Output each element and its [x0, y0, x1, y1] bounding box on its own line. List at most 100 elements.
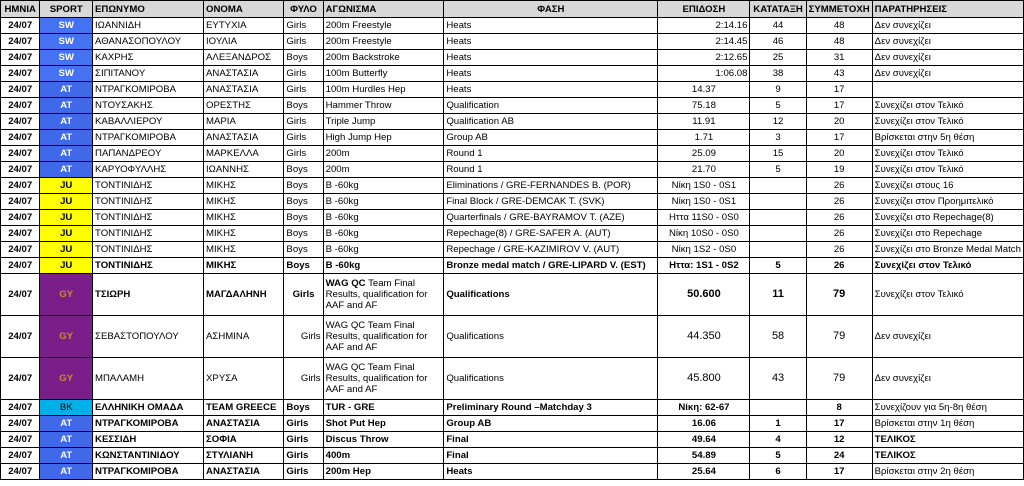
rank-cell [749, 225, 807, 242]
surname-cell: ΕΛΛΗΝΙΚΗ ΟΜΑΔΑ [92, 399, 205, 416]
table-row[interactable]: 24/07 SW ΚΑΧΡΗΣ ΑΛΕΞΑΝΔΡΟΣ Boys 200m Bac… [0, 49, 1024, 66]
table-row[interactable]: 24/07 AT ΚΕΣΣΙΔΗ ΣΟΦΙΑ Girls Discus Thro… [0, 431, 1024, 448]
col-header-surname[interactable]: ΕΠΩΝΥΜΟ [92, 0, 205, 18]
result-cell: Νίκη: 62-67 [657, 399, 751, 416]
notes-cell: Βρίσκεται στην 5η θέση [871, 129, 1024, 146]
sport-badge: AT [39, 431, 94, 448]
gender-cell: Girls [283, 33, 324, 50]
participants-cell: 31 [805, 49, 873, 66]
col-header-notes[interactable]: ΠΑΡΑΤΗΡΗΣΕΙΣ [871, 0, 1024, 18]
gender-cell: Girls [283, 431, 324, 448]
sport-badge: SW [39, 33, 94, 50]
sport-badge: JU [39, 241, 94, 258]
surname-cell: ΚΑΡΥΟΦΥΛΛΗΣ [92, 161, 205, 178]
event-cell: B -60kg [322, 225, 445, 242]
event-cell: Hammer Throw [322, 97, 445, 114]
phase-cell: Heats [443, 33, 659, 50]
table-row[interactable]: 24/07 JU ΤΟΝΤΙΝΙΔΗΣ ΜΙΚΗΣ Boys B -60kg E… [0, 177, 1024, 194]
col-header-result[interactable]: ΕΠΙΔΟΣΗ [657, 0, 751, 18]
event-cell: WAG QC Team Final Results, qualification… [322, 315, 445, 358]
sport-badge: AT [39, 161, 94, 178]
participants-cell: 12 [805, 431, 873, 448]
name-cell: ΜΑΓΔΑΛΗΝΗ [203, 273, 285, 316]
table-row[interactable]: 24/07 SW ΣΙΠΙΤΑΝΟΥ ΑΝΑΣΤΑΣΙΑ Girls 100m … [0, 65, 1024, 82]
phase-cell: Eliminations / GRE-FERNANDES B. (POR) [443, 177, 659, 194]
rank-cell [749, 177, 807, 194]
table-row[interactable]: 24/07 AT ΚΑΡΥΟΦΥΛΛΗΣ ΙΩΑΝΝΗΣ Boys 200m R… [0, 161, 1024, 178]
gender-cell: Boys [283, 97, 324, 114]
sport-badge: JU [39, 177, 94, 194]
table-row[interactable]: 24/07 JU ΤΟΝΤΙΝΙΔΗΣ ΜΙΚΗΣ Boys B -60kg R… [0, 225, 1024, 242]
name-cell: TEAM GREECE [203, 399, 285, 416]
notes-cell: Συνεχίζει στον Τελικό [871, 273, 1024, 316]
table-row[interactable]: 24/07 JU ΤΟΝΤΙΝΙΔΗΣ ΜΙΚΗΣ Boys B -60kg Q… [0, 209, 1024, 226]
table-row[interactable]: 24/07 AT ΝΤΡΑΓΚΟΜΙΡΟΒΑ ΑΝΑΣΤΑΣΙΑ Girls 2… [0, 463, 1024, 480]
table-row[interactable]: 24/07 GY ΤΣΙΩΡΗ ΜΑΓΔΑΛΗΝΗ Girls WAG QC T… [0, 273, 1024, 316]
rank-cell: 5 [749, 97, 807, 114]
participants-cell: 79 [805, 315, 873, 358]
table-row[interactable]: 24/07 AT ΝΤΡΑΓΚΟΜΙΡΟΒΑ ΑΝΑΣΤΑΣΙΑ Girls S… [0, 415, 1024, 432]
phase-cell: Group AB [443, 415, 659, 432]
sport-badge: SW [39, 65, 94, 82]
rank-cell: 3 [749, 129, 807, 146]
col-header-name[interactable]: ΟΝΟΜΑ [203, 0, 285, 18]
sport-badge: SW [39, 17, 94, 34]
gender-cell: Boys [283, 241, 324, 258]
col-header-gender[interactable]: ΦΥΛΟ [283, 0, 324, 18]
col-header-rank[interactable]: ΚΑΤΑΤΑΞΗ [749, 0, 807, 18]
name-cell: ΑΝΑΣΤΑΣΙΑ [203, 129, 285, 146]
participants-cell: 19 [805, 161, 873, 178]
table-row[interactable]: 24/07 GY ΣΕΒΑΣΤΟΠΟΥΛΟΥ ΑΣΗΜΙΝΑ Girls WAG… [0, 315, 1024, 358]
rank-cell [749, 241, 807, 258]
result-cell: 54.89 [657, 447, 751, 464]
gender-cell: Girls [283, 273, 324, 316]
date-cell: 24/07 [0, 129, 41, 146]
surname-cell: ΜΠΑΛΑΜΗ [92, 357, 205, 400]
table-row[interactable]: 24/07 SW ΙΩΑΝΝΙΔΗ ΕΥΤΥΧΙΑ Girls 200m Fre… [0, 17, 1024, 34]
date-cell: 24/07 [0, 241, 41, 258]
table-row[interactable]: 24/07 JU ΤΟΝΤΙΝΙΔΗΣ ΜΙΚΗΣ Boys B -60kg F… [0, 193, 1024, 210]
surname-cell: ΚΑΧΡΗΣ [92, 49, 205, 66]
col-header-event[interactable]: ΑΓΩΝΙΣΜΑ [322, 0, 445, 18]
participants-cell: 79 [805, 357, 873, 400]
table-row[interactable]: 24/07 AT ΠΑΠΑΝΔΡΕΟΥ ΜΑΡΚΕΛΛΑ Girls 200m … [0, 145, 1024, 162]
result-cell: 21.70 [657, 161, 751, 178]
result-cell: 2:12.65 [657, 49, 751, 66]
table-row[interactable]: 24/07 AT ΝΤΡΑΓΚΟΜΙΡΟΒΑ ΑΝΑΣΤΑΣΙΑ Girls 1… [0, 81, 1024, 98]
table-row[interactable]: 24/07 SW ΑΘΑΝΑΣΟΠΟΥΛΟΥ ΙΟΥΛΙΑ Girls 200m… [0, 33, 1024, 50]
sport-badge: JU [39, 209, 94, 226]
event-cell: WAG QC Team Final Results, qualification… [322, 357, 445, 400]
table-row[interactable]: 24/07 AT ΚΑΒΑΛΛΙΕΡΟΥ ΜΑΡΙΑ Girls Triple … [0, 113, 1024, 130]
table-row[interactable]: 24/07 JU ΤΟΝΤΙΝΙΔΗΣ ΜΙΚΗΣ Boys B -60kg R… [0, 241, 1024, 258]
table-row[interactable]: 24/07 JU ΤΟΝΤΙΝΙΔΗΣ ΜΙΚΗΣ Boys B -60kg B… [0, 257, 1024, 274]
result-cell: Νίκη 10S0 - 0S0 [657, 225, 751, 242]
gender-cell: Girls [283, 65, 324, 82]
table-row[interactable]: 24/07 AT ΝΤΟΥΣΑΚΗΣ ΟΡΕΣΤΗΣ Boys Hammer T… [0, 97, 1024, 114]
col-header-phase[interactable]: ΦΑΣΗ [443, 0, 659, 18]
name-cell: ΙΟΥΛΙΑ [203, 33, 285, 50]
name-cell: ΕΥΤΥΧΙΑ [203, 17, 285, 34]
table-row[interactable]: 24/07 GY ΜΠΑΛΑΜΗ ΧΡΥΣΑ Girls WAG QC Team… [0, 357, 1024, 400]
notes-cell: Συνεχίζει στον Τελικό [871, 97, 1024, 114]
notes-cell: Συνεχίζει στον Τελικό [871, 145, 1024, 162]
gender-cell: Boys [283, 399, 324, 416]
col-header-participants[interactable]: ΣΥΜΜΕΤΟΧΗ [805, 0, 873, 18]
table-row[interactable]: 24/07 AT ΚΩΝΣΤΑΝΤΙΝΙΔΟΥ ΣΤΥΛΙΑΝΗ Girls 4… [0, 447, 1024, 464]
phase-cell: Final Block / GRE-DEMCAK T. (SVK) [443, 193, 659, 210]
name-cell: ΜΙΚΗΣ [203, 225, 285, 242]
gender-cell: Girls [283, 463, 324, 480]
participants-cell: 26 [805, 225, 873, 242]
name-cell: ΑΝΑΣΤΑΣΙΑ [203, 415, 285, 432]
col-header-sport[interactable]: SPORT [39, 0, 94, 18]
result-cell: 49.64 [657, 431, 751, 448]
table-row[interactable]: 24/07 AT ΝΤΡΑΓΚΟΜΙΡΟΒΑ ΑΝΑΣΤΑΣΙΑ Girls H… [0, 129, 1024, 146]
surname-cell: ΤΟΝΤΙΝΙΔΗΣ [92, 225, 205, 242]
rank-cell: 4 [749, 431, 807, 448]
date-cell: 24/07 [0, 225, 41, 242]
participants-cell: 17 [805, 129, 873, 146]
sport-badge: AT [39, 97, 94, 114]
sport-badge: SW [39, 49, 94, 66]
table-row[interactable]: 24/07 BK ΕΛΛΗΝΙΚΗ ΟΜΑΔΑ TEAM GREECE Boys… [0, 399, 1024, 416]
rank-cell: 5 [749, 447, 807, 464]
col-header-date[interactable]: ΗΜΝΙΑ [0, 0, 41, 18]
